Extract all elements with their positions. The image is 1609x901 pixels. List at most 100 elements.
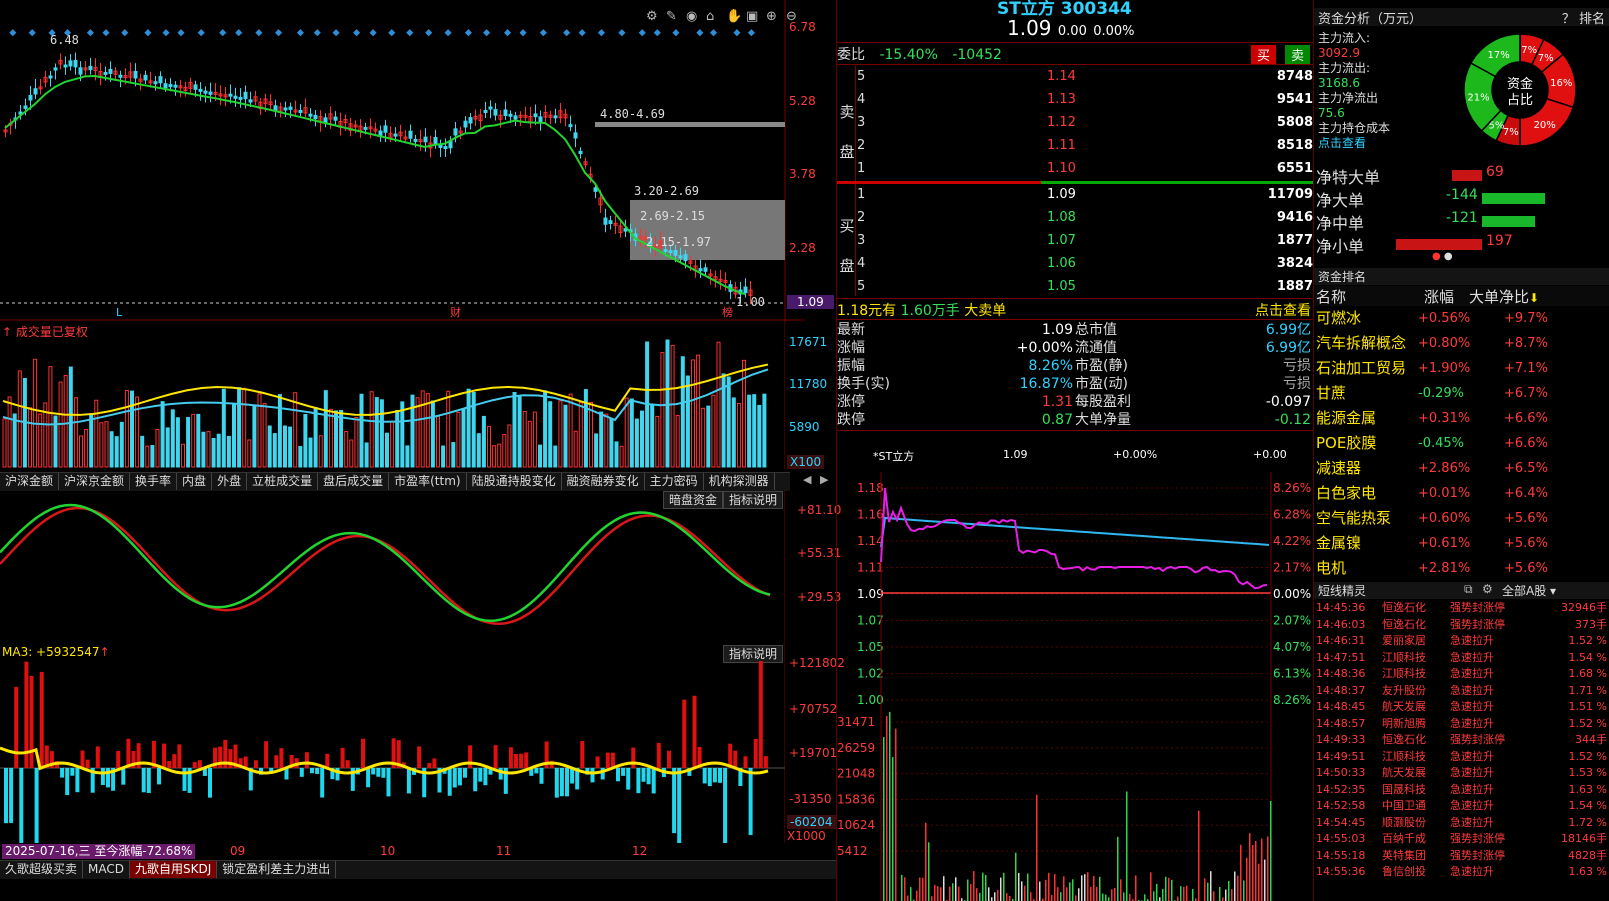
ranking-row[interactable]: 减速器 +2.86% +6.5% xyxy=(1314,456,1609,481)
quote-row-change: 涨幅 +0.00% 流通值 6.99亿 xyxy=(837,339,1313,357)
volume-chart[interactable] xyxy=(0,321,785,469)
pen-icon[interactable]: ✎ xyxy=(666,9,682,25)
candle xyxy=(228,93,233,97)
sprite-value: 18146手 xyxy=(1561,832,1607,845)
sprite-row[interactable]: 14:52:35 国晟科技 急速拉升 1.63 % xyxy=(1314,782,1609,798)
sell-level-4[interactable]: 4 1.13 9541 xyxy=(857,89,1313,110)
pager-dots[interactable]: ● ● xyxy=(1432,251,1453,262)
ranking-row[interactable]: 白色家电 +0.01% +6.4% xyxy=(1314,481,1609,506)
tab-after-hours[interactable]: 盘后成交量 xyxy=(318,473,390,490)
tab-main-code[interactable]: 主力密码 xyxy=(645,473,704,490)
ranking-row[interactable]: 能源金属 +0.31% +6.6% xyxy=(1314,406,1609,431)
sprite-row[interactable]: 14:48:37 友升股份 急速拉升 1.71 % xyxy=(1314,683,1609,699)
tab-jiuge-super[interactable]: 久歌超级买卖 xyxy=(0,861,84,878)
intraday-volume-bar xyxy=(1144,894,1146,901)
sprite-row[interactable]: 14:48:36 江顺科技 急速拉升 1.68 % xyxy=(1314,666,1609,682)
tab-margin[interactable]: 融资融券变化 xyxy=(562,473,645,490)
sprite-row[interactable]: 14:46:03 恒逸石化 强势封涨停 373手 xyxy=(1314,617,1609,633)
gear-icon[interactable]: ⚙ xyxy=(1482,582,1493,596)
intraday-chart[interactable]: 1.18 8.26% 1.16 6.28% 1.14 4.22% 1.11 2.17% 1.09… xyxy=(837,432,1313,901)
tab-turnover[interactable]: 换手率 xyxy=(130,473,178,490)
sell-level-1[interactable]: 1 1.10 6551 xyxy=(857,158,1313,179)
zoom-in-icon[interactable]: ⊕ xyxy=(766,9,782,25)
fund-rank-link[interactable]: ？ 排名 xyxy=(1562,8,1605,27)
sell-level-3[interactable]: 3 1.12 5808 xyxy=(857,112,1313,133)
tab-hsj-amount[interactable]: 沪深京金额 xyxy=(59,473,131,490)
tab-inst-detector[interactable]: 机构探测器 xyxy=(704,473,775,490)
sprite-row[interactable]: 14:45:36 恒逸石化 强势封涨停 32946手 xyxy=(1314,600,1609,616)
tab-pe-ttm[interactable]: 市盈率(ttm) xyxy=(389,473,467,490)
eye-icon[interactable]: ◉ xyxy=(686,9,702,25)
indicator2-chart[interactable] xyxy=(0,643,785,843)
intraday-volume-bar xyxy=(1264,859,1266,901)
col-name[interactable]: 名称 xyxy=(1316,286,1346,307)
intraday-volume-bar xyxy=(967,879,969,901)
intraday-panel[interactable]: *ST立方 1.09 +0.00% +0.00 1.18 8.26% 1.16 6.2… xyxy=(837,432,1313,901)
sprite-row[interactable]: 14:54:45 顺灏股份 急速拉升 1.72 % xyxy=(1314,815,1609,831)
ranking-row[interactable]: 汽车拆解概念 +0.80% +8.7% xyxy=(1314,331,1609,356)
buy-button[interactable]: 买 xyxy=(1251,45,1277,64)
big-order-link[interactable]: 点击查看 xyxy=(1255,300,1311,320)
sell-level-2[interactable]: 2 1.11 8518 xyxy=(857,135,1313,156)
gear-icon[interactable]: ⚙ xyxy=(646,9,662,25)
sprite-stock: 中国卫通 xyxy=(1382,799,1426,812)
kline-chart[interactable]: 6.48 4.80-4.69 3.20-2.69 2.69-2.15 2.15-1.97… xyxy=(0,0,805,323)
weibi-label: 委比 xyxy=(837,47,865,63)
intraday-volume-bar xyxy=(1039,881,1041,901)
sprite-row[interactable]: 14:55:36 鲁信创投 急速拉升 1.63 % xyxy=(1314,864,1609,880)
expand-icon[interactable]: ⧉ xyxy=(1464,582,1473,597)
tab-outer[interactable]: 外盘 xyxy=(212,473,248,490)
sprite-row[interactable]: 14:48:57 明新旭腾 急速拉升 1.52 % xyxy=(1314,716,1609,732)
net-row-value: 69 xyxy=(1486,164,1504,180)
tab-lock-profit[interactable]: 锁定盈利差主力进出 xyxy=(217,861,337,878)
tab-scroll-left[interactable]: ◀ xyxy=(803,473,811,486)
intraday-volume-bar xyxy=(1069,882,1071,901)
indicator1-chart[interactable] xyxy=(0,490,785,642)
sprite-row[interactable]: 14:50:33 航天发展 急速拉升 1.53 % xyxy=(1314,765,1609,781)
hand-icon[interactable]: ✋ xyxy=(726,9,742,25)
sprite-row[interactable]: 14:48:45 航天发展 急速拉升 1.51 % xyxy=(1314,699,1609,715)
tab-scroll-right[interactable]: ▶ xyxy=(820,473,828,486)
sprite-row[interactable]: 14:49:51 江顺科技 急速拉升 1.52 % xyxy=(1314,749,1609,765)
macd-bar xyxy=(340,747,345,768)
quote-value: -0.12 xyxy=(1274,412,1311,428)
intraday-volume-bar xyxy=(1207,882,1209,901)
sprite-row[interactable]: 14:46:31 爱丽家居 急速拉升 1.52 % xyxy=(1314,633,1609,649)
sell-button[interactable]: 卖 xyxy=(1285,45,1311,64)
col-ratio[interactable]: 大单净比⬇ xyxy=(1469,286,1539,307)
intraday-volume-bar xyxy=(1099,876,1101,901)
ranking-row[interactable]: POE胶膜 -0.45% +6.6% xyxy=(1314,431,1609,456)
tab-inner[interactable]: 内盘 xyxy=(177,473,213,490)
sprite-row[interactable]: 14:55:18 英特集团 强势封涨停 4828手 xyxy=(1314,848,1609,864)
cost-link[interactable]: 点击查看 xyxy=(1318,136,1390,151)
buy-level-1[interactable]: 1 1.09 11709 xyxy=(857,184,1313,205)
buy-level-4[interactable]: 4 1.06 3824 xyxy=(857,253,1313,274)
sprite-event: 急速拉升 xyxy=(1450,782,1494,796)
sprite-row[interactable]: 14:49:33 恒逸石化 强势封涨停 344手 xyxy=(1314,732,1609,748)
sprite-row[interactable]: 14:47:51 江顺科技 急速拉升 1.54 % xyxy=(1314,650,1609,666)
tab-macd[interactable]: MACD xyxy=(83,861,130,878)
ranking-row[interactable]: 石油加工贸易 +1.90% +7.1% xyxy=(1314,356,1609,381)
sprite-row[interactable]: 14:55:03 百纳千成 强势封涨停 18146手 xyxy=(1314,831,1609,847)
ranking-row[interactable]: 电机 +2.81% +5.6% xyxy=(1314,556,1609,581)
kline-panel[interactable]: 6.48 4.80-4.69 3.20-2.69 2.69-2.15 2.15-1.97… xyxy=(0,0,845,901)
ranking-row[interactable]: 可燃冰 +0.56% +9.7% xyxy=(1314,306,1609,331)
col-pct[interactable]: 涨幅 xyxy=(1424,286,1454,307)
sprite-row[interactable]: 14:52:58 中国卫通 急速拉升 1.54 % xyxy=(1314,798,1609,814)
tab-skdj[interactable]: 九歌自用SKDJ xyxy=(130,861,218,878)
ranking-row[interactable]: 空气能热泵 +0.60% +5.6% xyxy=(1314,506,1609,531)
sprite-value: 1.71 % xyxy=(1568,683,1607,697)
sprite-filter[interactable]: 全部A股 ▾ xyxy=(1502,582,1556,599)
tab-hs-amount[interactable]: 沪深金额 xyxy=(0,473,60,490)
big-order-row[interactable]: 1.18元有 1.60万手 大卖单 点击查看 xyxy=(837,300,1313,320)
home-icon[interactable]: ⌂ xyxy=(706,9,722,25)
ranking-row[interactable]: 金属镍 +0.61% +5.6% xyxy=(1314,531,1609,556)
buy-level-3[interactable]: 3 1.07 1877 xyxy=(857,230,1313,251)
sell-level-5[interactable]: 5 1.14 8748 xyxy=(857,66,1313,87)
tab-lizhuang[interactable]: 立桩成交量 xyxy=(247,473,319,490)
buy-level-5[interactable]: 5 1.05 1887 xyxy=(857,276,1313,297)
tab-northbound[interactable]: 陆股通持股变化 xyxy=(467,473,562,490)
buy-level-2[interactable]: 2 1.08 9416 xyxy=(857,207,1313,228)
ranking-row[interactable]: 甘蔗 -0.29% +6.7% xyxy=(1314,381,1609,406)
lock-icon[interactable]: ▣ xyxy=(746,9,762,25)
